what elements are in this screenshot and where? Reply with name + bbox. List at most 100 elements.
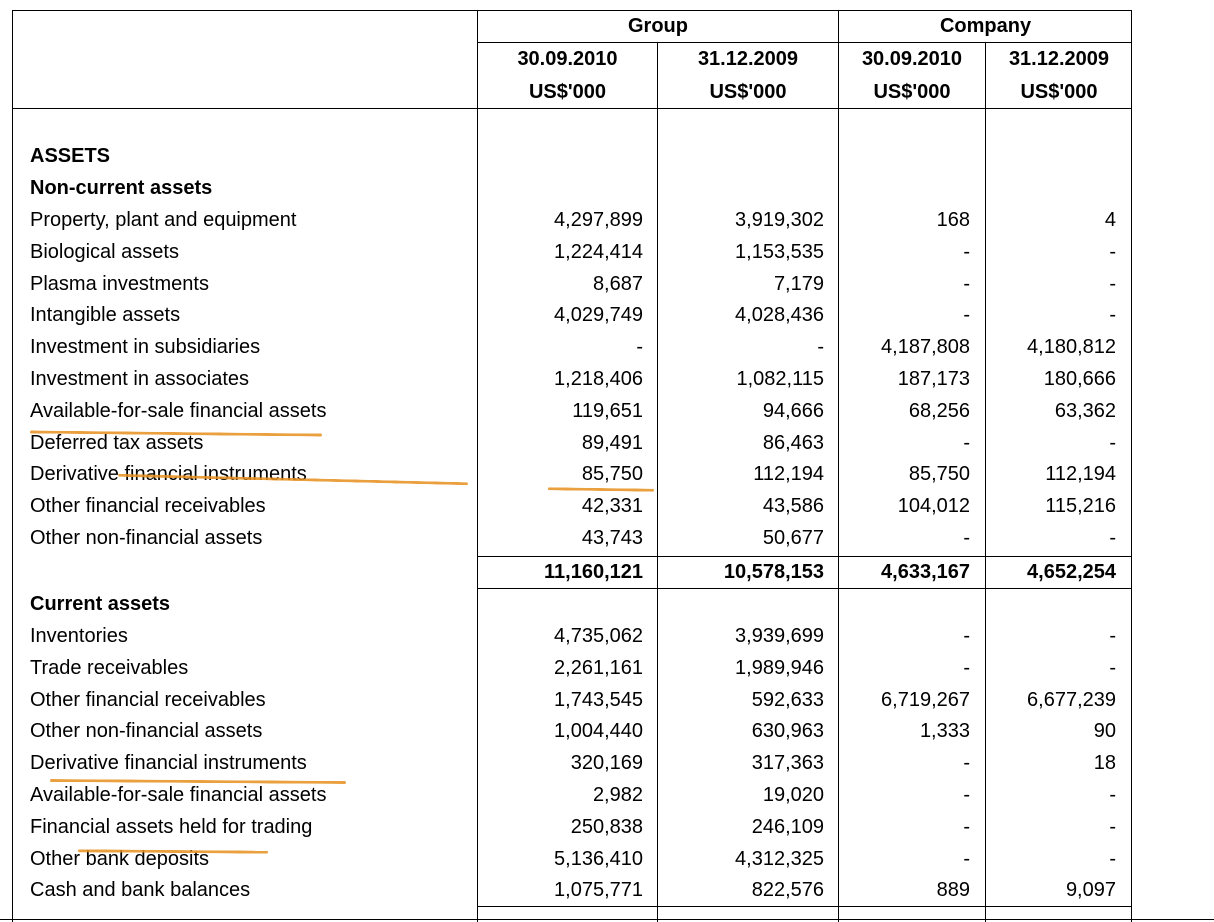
row-label: Other non-financial assets <box>30 527 263 549</box>
value-cell: 1,075,771 <box>554 879 643 902</box>
current-heading: Current assets <box>30 593 171 615</box>
value-cell: 7,179 <box>773 272 824 295</box>
subtotal-rule-top <box>478 556 1132 557</box>
value-cell: 4,180,812 <box>1027 336 1116 359</box>
value-cell: 2,982 <box>592 784 643 806</box>
value-cell: 630,963 <box>751 720 824 743</box>
value-cell: - <box>963 656 970 679</box>
value-cell: - <box>1109 815 1116 838</box>
col-date: 30.09.2010 <box>517 48 618 70</box>
value-cell: 104,012 <box>897 495 970 518</box>
table-border-top <box>12 10 1132 11</box>
value-cell: 889 <box>936 879 970 902</box>
value-cell: - <box>636 336 643 359</box>
value-cell: 6,677,239 <box>1027 688 1116 711</box>
value-cell: 187,173 <box>897 368 970 390</box>
value-cell: 112,194 <box>753 463 824 486</box>
col-unit: US$'000 <box>1020 81 1098 103</box>
col-divider-2 <box>657 42 658 922</box>
value-cell: 90 <box>1093 720 1116 743</box>
value-cell: - <box>963 625 970 647</box>
value-cell: - <box>963 784 970 806</box>
row-label: Investment in subsidiaries <box>30 336 261 359</box>
value-cell: 1,004,440 <box>554 720 643 743</box>
value-cell: 4,187,808 <box>881 336 970 359</box>
value-cell: 85,750 <box>581 463 643 486</box>
balance-sheet-table: Group Company 30.09.2010 31.12.2009 30.0… <box>0 0 1214 922</box>
value-cell: - <box>1109 431 1116 454</box>
value-cell: 19,020 <box>762 784 824 806</box>
value-cell: 168 <box>936 209 970 231</box>
col-divider-3 <box>838 10 839 922</box>
value-cell: 9,097 <box>1065 879 1116 902</box>
value-cell: 1,224,414 <box>554 240 643 263</box>
col-date: 31.12.2009 <box>1008 48 1110 70</box>
value-cell: 1,989,946 <box>735 656 824 679</box>
value-cell: 85,750 <box>908 463 970 486</box>
row-label: Trade receivables <box>30 656 189 679</box>
value-cell: 4,312,325 <box>735 847 824 870</box>
value-cell: 3,919,302 <box>735 209 824 231</box>
col-date: 30.09.2010 <box>861 48 963 70</box>
row-label: Other non-financial assets <box>30 720 263 743</box>
col-unit: US$'000 <box>709 81 787 103</box>
value-cell: 180,666 <box>1043 368 1116 390</box>
value-cell: - <box>1109 272 1116 295</box>
row-label: Derivative financial instruments <box>30 752 307 775</box>
value-cell: 94,666 <box>762 399 824 422</box>
row-label: Biological assets <box>30 240 179 263</box>
non-current-heading: Non-current assets <box>30 177 213 199</box>
row-label: Financial assets held for trading <box>30 815 313 838</box>
value-cell: 317,363 <box>751 752 824 775</box>
value-cell: 3,939,699 <box>735 625 824 647</box>
value-cell: - <box>1109 625 1116 647</box>
row-label: Other financial receivables <box>30 688 266 711</box>
value-cell: - <box>963 752 970 775</box>
value-cell: 2,261,161 <box>554 656 643 679</box>
table-border-left <box>12 10 13 922</box>
value-cell: 592,633 <box>751 688 824 711</box>
value-cell: - <box>1109 784 1116 806</box>
value-cell: - <box>963 272 970 295</box>
value-cell: 115,216 <box>1045 495 1116 518</box>
value-cell: 86,463 <box>762 431 824 454</box>
value-cell: 250,838 <box>570 815 643 838</box>
total-cell: 4,633,167 <box>881 561 970 583</box>
value-cell: - <box>963 847 970 870</box>
value-cell: 1,218,406 <box>554 368 643 390</box>
header-bottom-rule <box>12 108 1132 109</box>
row-label: Plasma investments <box>30 272 209 295</box>
value-cell: 246,109 <box>751 815 824 838</box>
subtotal-rule-bottom <box>478 588 1132 589</box>
page-cut-edge <box>0 919 1214 920</box>
value-cell: - <box>817 336 824 359</box>
col-date: 31.12.2009 <box>697 48 799 70</box>
value-cell: 68,256 <box>908 399 970 422</box>
company-header: Company <box>939 15 1032 37</box>
value-cell: 1,082,115 <box>736 368 825 390</box>
col-divider-1 <box>477 10 478 922</box>
col-divider-4 <box>985 42 986 922</box>
value-cell: 42,331 <box>581 495 643 518</box>
value-cell: - <box>963 431 970 454</box>
table-border-right <box>1131 10 1132 922</box>
value-cell: 1,333 <box>919 720 970 743</box>
value-cell: 4 <box>1104 209 1116 231</box>
value-cell: 18 <box>1093 752 1116 775</box>
row-label: Available-for-sale financial assets <box>30 399 327 422</box>
value-cell: - <box>963 304 970 327</box>
value-cell: 4,735,062 <box>554 625 643 647</box>
value-cell: 5,136,410 <box>554 847 643 870</box>
row-label: Intangible assets <box>30 304 181 327</box>
value-cell: 63,362 <box>1054 399 1116 422</box>
value-cell: - <box>1109 656 1116 679</box>
value-cell: 1,153,535 <box>735 240 824 263</box>
value-cell: 8,687 <box>592 272 643 295</box>
value-cell: 43,586 <box>762 495 824 518</box>
row-label: Available-for-sale financial assets <box>30 784 327 806</box>
value-cell: 4,029,749 <box>554 304 643 327</box>
value-cell: 4,297,899 <box>554 209 643 231</box>
highlight-stroke <box>547 487 655 492</box>
value-cell: - <box>963 240 970 263</box>
row-label: Property, plant and equipment <box>30 209 297 231</box>
